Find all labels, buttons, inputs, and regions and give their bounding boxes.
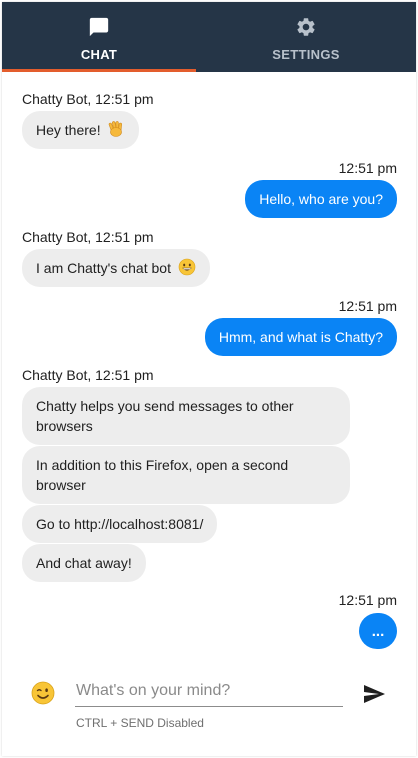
message-input-wrapper <box>75 676 345 707</box>
grinning-face-icon <box>178 258 196 276</box>
waving-hand-icon <box>109 121 123 137</box>
send-shortcut-hint: CTRL + SEND Disabled <box>76 716 204 730</box>
message-input[interactable] <box>75 676 345 706</box>
incoming-bubble: In addition to this Firefox, open a seco… <box>22 446 350 504</box>
send-icon[interactable] <box>362 682 386 706</box>
message-meta: 12:51 pm <box>338 592 397 608</box>
bubble-text: Hey there! <box>36 122 101 138</box>
incoming-bubble: And chat away! <box>22 544 146 582</box>
outgoing-bubble: Hmm, and what is Chatty? <box>204 318 397 356</box>
bubble-text: In addition to this Firefox, open a seco… <box>36 457 289 493</box>
typing-dots: ... <box>371 622 385 640</box>
incoming-bubble: Hey there! <box>22 111 140 149</box>
bubble-text: Hmm, and what is Chatty? <box>218 329 383 345</box>
chat-app: CHAT SETTINGS Chatty Bot, 12:51 pm Hey t… <box>2 2 416 756</box>
bubble-text: Go to http://localhost:8081/ <box>36 516 204 532</box>
message-meta: Chatty Bot, 12:51 pm <box>22 367 154 383</box>
tab-chat-label: CHAT <box>80 47 118 62</box>
winking-face-icon[interactable] <box>31 681 55 705</box>
bubble-text: Hello, who are you? <box>259 191 383 207</box>
bubble-text: I am Chatty's chat bot <box>36 260 171 276</box>
incoming-bubble: Go to http://localhost:8081/ <box>22 505 218 543</box>
tab-settings-label: SETTINGS <box>272 47 340 62</box>
outgoing-bubble: Hello, who are you? <box>245 180 397 218</box>
chat-bubble-icon <box>89 17 109 37</box>
tab-bar: CHAT SETTINGS <box>2 2 416 72</box>
bubble-text: And chat away! <box>36 555 132 571</box>
active-tab-indicator <box>2 69 196 72</box>
tab-chat[interactable]: CHAT <box>2 2 196 72</box>
bubble-text: Chatty helps you send messages to other … <box>36 398 294 434</box>
message-meta: 12:51 pm <box>338 160 397 176</box>
message-meta: Chatty Bot, 12:51 pm <box>22 91 154 107</box>
message-composer: CTRL + SEND Disabled <box>2 668 416 756</box>
incoming-bubble: I am Chatty's chat bot <box>22 249 210 287</box>
typing-indicator-bubble: ... <box>359 613 397 649</box>
tab-settings[interactable]: SETTINGS <box>209 2 403 72</box>
message-meta: Chatty Bot, 12:51 pm <box>22 229 154 245</box>
message-meta: 12:51 pm <box>338 298 397 314</box>
incoming-bubble: Chatty helps you send messages to other … <box>22 387 350 445</box>
gear-icon <box>297 18 315 36</box>
